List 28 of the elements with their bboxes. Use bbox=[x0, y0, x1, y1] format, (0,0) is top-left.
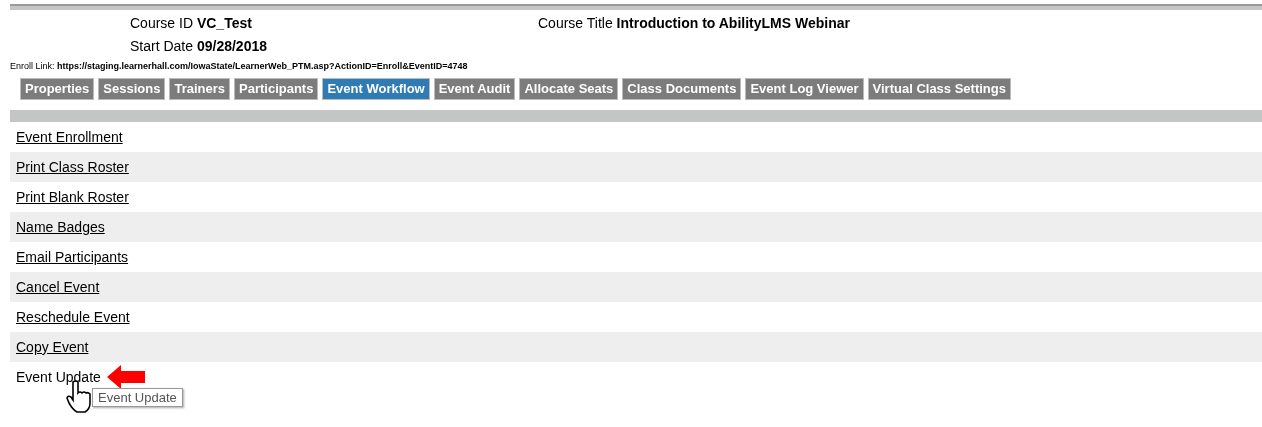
workflow-link[interactable]: Reschedule Event bbox=[16, 306, 130, 328]
workflow-link[interactable]: Name Badges bbox=[16, 216, 105, 238]
tooltip: Event Update bbox=[92, 388, 183, 407]
tab[interactable]: Event Workflow bbox=[322, 78, 430, 100]
course-id-label: Course ID bbox=[130, 15, 194, 31]
workflow-link[interactable]: Event Update bbox=[16, 366, 101, 388]
arrow-icon bbox=[106, 365, 145, 389]
tab[interactable]: Allocate Seats bbox=[519, 78, 619, 100]
workflow-link[interactable]: Event Enrollment bbox=[16, 126, 123, 148]
enroll-link-label: Enroll Link: bbox=[10, 61, 55, 71]
start-date: 09/28/2018 bbox=[196, 38, 267, 54]
workflow-link[interactable]: Print Class Roster bbox=[16, 156, 129, 178]
start-date-label: Start Date bbox=[130, 38, 194, 54]
workflow-link[interactable]: Email Participants bbox=[16, 246, 129, 268]
workflow-link[interactable]: Print Blank Roster bbox=[16, 186, 129, 208]
tab[interactable]: Class Documents bbox=[622, 78, 742, 100]
tab[interactable]: Virtual Class Settings bbox=[867, 78, 1011, 100]
tab[interactable]: Participants bbox=[234, 78, 319, 100]
tab[interactable]: Trainers bbox=[169, 78, 230, 100]
course-title-label: Course Title bbox=[538, 15, 613, 31]
tab[interactable]: Sessions bbox=[98, 78, 166, 100]
workflow-link[interactable]: Cancel Event bbox=[16, 276, 100, 298]
course-title: Introduction to AbilityLMS Webinar bbox=[616, 15, 850, 31]
tab[interactable]: Event Audit bbox=[433, 78, 516, 100]
tab[interactable]: Event Log Viewer bbox=[745, 78, 864, 100]
tab[interactable]: Properties bbox=[20, 78, 95, 100]
course-id: VC_Test bbox=[196, 15, 252, 31]
workflow-link[interactable]: Copy Event bbox=[16, 336, 89, 358]
